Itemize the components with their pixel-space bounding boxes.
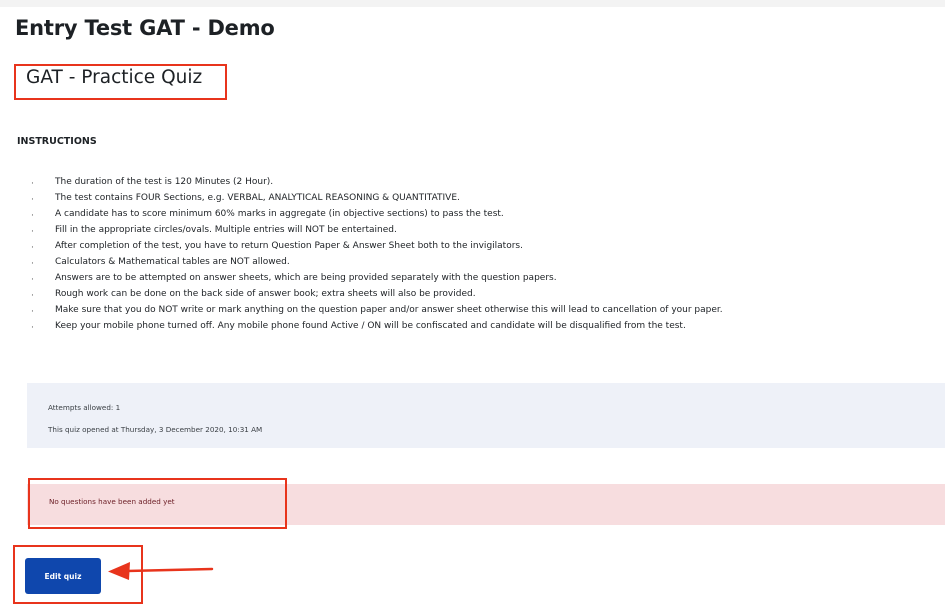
instruction-text: After completion of the test, you have t… <box>55 241 523 251</box>
instruction-text: Calculators & Mathematical tables are NO… <box>55 257 290 267</box>
instruction-text: Fill in the appropriate circles/ovals. M… <box>55 225 397 235</box>
instruction-text: Answers are to be attempted on answer sh… <box>55 273 557 283</box>
instruction-item: · Fill in the appropriate circles/ovals. … <box>31 225 397 237</box>
instruction-item: · Rough work can be done on the back side… <box>31 289 476 301</box>
instruction-text: Make sure that you do NOT write or mark … <box>55 305 723 315</box>
bullet-dot-icon: · <box>31 211 34 221</box>
instruction-text: The test contains FOUR Sections, e.g. VE… <box>55 193 460 203</box>
instruction-item: · Answers are to be attempted on answer s… <box>31 273 557 285</box>
attempts-allowed: Attempts allowed: 1 <box>48 403 121 412</box>
bullet-dot-icon: · <box>31 291 34 301</box>
bullet-dot-icon: · <box>31 275 34 285</box>
instruction-item: · Make sure that you do NOT write or mark… <box>31 305 723 317</box>
quiz-title: GAT - Practice Quiz <box>26 67 203 88</box>
instruction-item: · The duration of the test is 120 Minutes… <box>31 177 274 189</box>
bullet-dot-icon: · <box>31 243 34 253</box>
instruction-item: · The test contains FOUR Sections, e.g. V… <box>31 193 460 205</box>
instruction-item: · Calculators & Mathematical tables are N… <box>31 257 290 269</box>
bullet-dot-icon: · <box>31 227 34 237</box>
instruction-text: The duration of the test is 120 Minutes … <box>55 177 274 187</box>
instruction-item: · After completion of the test, you have … <box>31 241 523 253</box>
edit-quiz-button[interactable]: Edit quiz <box>25 558 101 594</box>
instruction-text: Keep your mobile phone turned off. Any m… <box>55 321 686 331</box>
alert-message: No questions have been added yet <box>49 497 175 506</box>
bullet-dot-icon: · <box>31 307 34 317</box>
quiz-opened-date: This quiz opened at Thursday, 3 December… <box>48 425 263 434</box>
quiz-info-box: Attempts allowed: 1 This quiz opened at … <box>27 383 945 448</box>
bullet-dot-icon: · <box>31 179 34 189</box>
instruction-item: · A candidate has to score minimum 60% ma… <box>31 209 504 221</box>
bullet-dot-icon: · <box>31 323 34 333</box>
arrow-left-icon <box>108 562 214 580</box>
bullet-dot-icon: · <box>31 259 34 269</box>
instruction-item: · Keep your mobile phone turned off. Any … <box>31 321 686 333</box>
bullet-dot-icon: · <box>31 195 34 205</box>
course-title: Entry Test GAT - Demo <box>15 16 275 40</box>
instructions-heading: INSTRUCTIONS <box>17 136 97 147</box>
instruction-text: Rough work can be done on the back side … <box>55 289 476 299</box>
instruction-text: A candidate has to score minimum 60% mar… <box>55 209 504 219</box>
